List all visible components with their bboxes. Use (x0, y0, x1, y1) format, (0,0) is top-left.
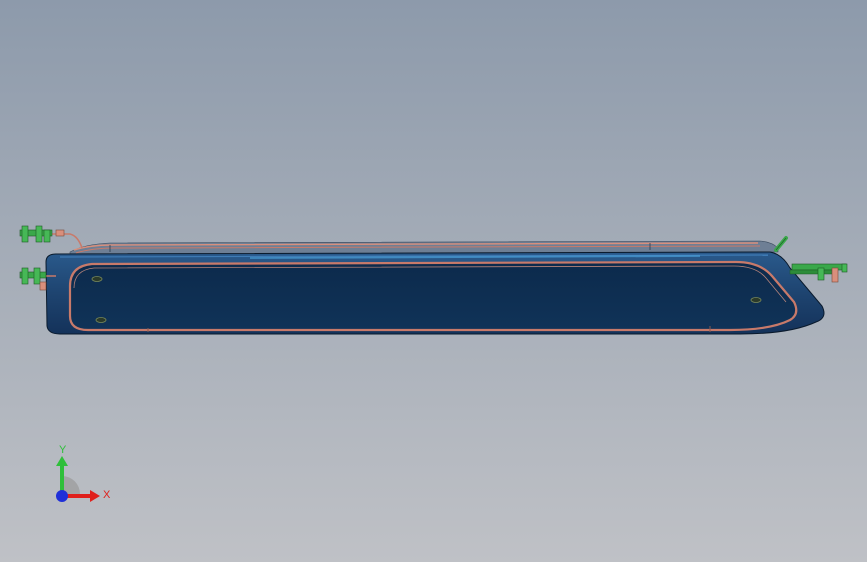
z-axis-dot (56, 490, 68, 502)
graphics-viewport[interactable] (0, 0, 867, 562)
model-view[interactable] (0, 0, 867, 562)
y-axis-label: Y (59, 444, 67, 456)
x-axis-label: X (103, 489, 111, 501)
inner-pocket[interactable] (68, 260, 798, 332)
reference-triad[interactable]: Y X (40, 436, 120, 516)
